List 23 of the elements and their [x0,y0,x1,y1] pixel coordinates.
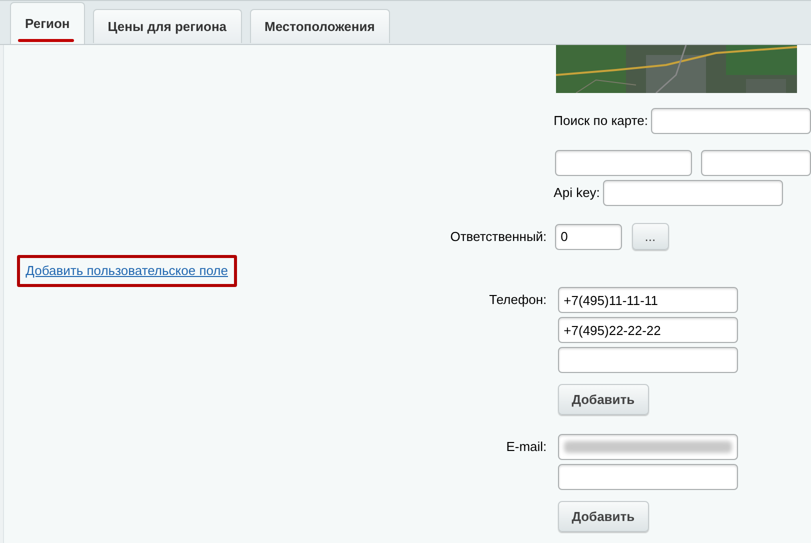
field-label: Телефон: [489,292,547,307]
blurred-field[interactable] [558,434,738,460]
input-field[interactable] [700,150,811,176]
selected-underline [18,39,74,42]
tab[interactable]: Цены для региона [92,9,242,43]
tab[interactable]: Местоположения [250,9,390,43]
field-label: E-mail: [506,439,547,454]
add-button[interactable]: Добавить [558,501,649,532]
field-label: Ответственный: [450,228,547,244]
input-field[interactable]: 0 [554,224,622,250]
select-button[interactable]: ... [632,223,669,250]
field-label: Api key: [554,184,600,202]
input-field[interactable] [558,347,738,373]
input-field[interactable]: +7(495)11-11-11 [558,287,738,313]
add-button[interactable]: Добавить [558,384,649,415]
field-label: Поиск по карте: [554,112,648,130]
custom-field-link[interactable]: Добавить пользовательское поле [16,255,237,286]
input-field[interactable]: +7(495)22-22-22 [558,317,738,343]
input-field[interactable] [651,108,811,134]
input-field[interactable] [554,150,692,176]
input-field[interactable] [558,464,738,490]
tab[interactable]: Регион [10,2,85,44]
input-field[interactable] [602,180,783,206]
